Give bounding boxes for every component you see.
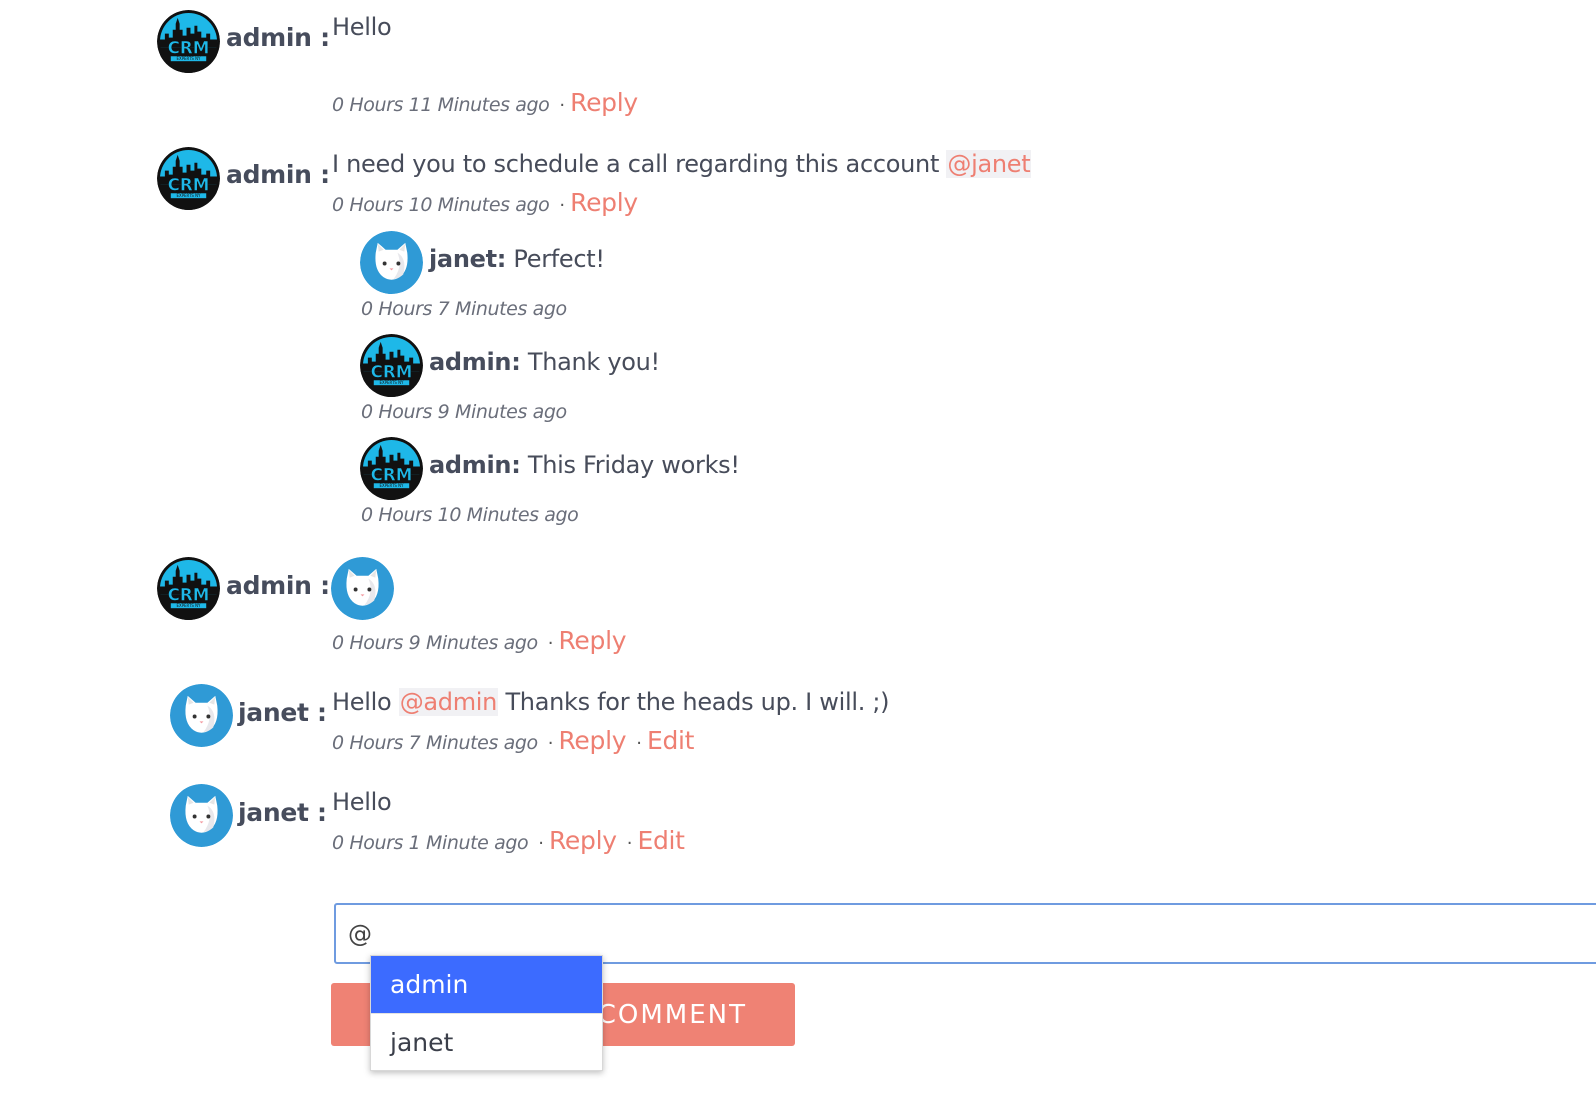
comment-text: Hello xyxy=(332,788,392,816)
crm-logo-avatar xyxy=(157,147,220,210)
comment-meta: 0 Hours 11 Minutes ago · Reply xyxy=(332,88,638,117)
reply-link[interactable]: Reply xyxy=(549,826,617,855)
crm-logo-avatar xyxy=(360,437,423,500)
separator-dot: · xyxy=(559,195,566,216)
crm-logo-avatar xyxy=(157,10,220,73)
comment-author: janet : xyxy=(238,698,327,727)
separator-dot: · xyxy=(559,95,566,116)
mention-tag[interactable]: @janet xyxy=(946,150,1032,178)
reply-item: janet: Perfect! xyxy=(429,245,605,273)
comment-meta: 0 Hours 10 Minutes ago · Reply xyxy=(332,188,638,217)
suggestion-janet[interactable]: janet xyxy=(371,1014,602,1071)
separator-dot: · xyxy=(547,633,554,654)
comment-meta: 0 Hours 1 Minute ago · Reply · Edit xyxy=(332,826,685,855)
reply-meta: 0 Hours 9 Minutes ago xyxy=(361,401,567,423)
comment-time: 0 Hours 11 Minutes ago xyxy=(332,94,550,116)
comment-author: admin : xyxy=(226,571,330,600)
reply-time: 0 Hours 9 Minutes ago xyxy=(361,401,567,423)
comments-page: admin : Hello 0 Hours 11 Minutes ago · R… xyxy=(0,0,1596,1104)
reply-item: admin: Thank you! xyxy=(429,348,660,376)
comment-meta: 0 Hours 7 Minutes ago · Reply · Edit xyxy=(332,726,694,755)
comment-time: 0 Hours 1 Minute ago xyxy=(332,832,529,854)
separator-dot: · xyxy=(538,833,544,854)
comment-author: janet : xyxy=(238,798,327,827)
comment-meta: 0 Hours 9 Minutes ago · Reply xyxy=(332,626,627,655)
separator-dot: · xyxy=(636,733,642,754)
comment-time: 0 Hours 9 Minutes ago xyxy=(332,632,538,654)
reply-time: 0 Hours 10 Minutes ago xyxy=(361,504,579,526)
reply-text: This Friday works! xyxy=(527,451,740,479)
comment-author: admin : xyxy=(226,160,330,189)
mention-tag[interactable]: @admin xyxy=(398,688,499,716)
reply-link[interactable]: Reply xyxy=(558,626,626,655)
separator-dot: · xyxy=(626,833,633,854)
reply-link[interactable]: Reply xyxy=(570,88,638,117)
comment-text-content: I need you to schedule a call regarding … xyxy=(332,150,940,178)
comment-text: Hello xyxy=(332,13,392,41)
reply-meta: 0 Hours 10 Minutes ago xyxy=(361,504,579,526)
edit-link[interactable]: Edit xyxy=(637,826,685,855)
reply-item: admin: This Friday works! xyxy=(429,451,740,479)
reply-author: janet: xyxy=(429,245,507,273)
cat-image-attachment[interactable] xyxy=(331,557,394,620)
separator-dot: · xyxy=(547,733,554,754)
reply-author: admin: xyxy=(429,451,521,479)
crm-logo-avatar xyxy=(157,557,220,620)
comment-text: I need you to schedule a call regarding … xyxy=(332,150,1032,178)
comment-text-before: Hello xyxy=(332,688,392,716)
cat-avatar xyxy=(170,684,233,747)
comment-text: Hello @admin Thanks for the heads up. I … xyxy=(332,688,890,716)
reply-text: Perfect! xyxy=(513,245,605,273)
suggestion-admin[interactable]: admin xyxy=(371,956,602,1013)
cat-avatar xyxy=(360,231,423,294)
cat-avatar xyxy=(170,784,233,847)
comment-text-after: Thanks for the heads up. I will. ;) xyxy=(505,688,890,716)
comment-time: 0 Hours 10 Minutes ago xyxy=(332,194,550,216)
reply-link[interactable]: Reply xyxy=(570,188,638,217)
comment-author: admin : xyxy=(226,23,330,52)
reply-link[interactable]: Reply xyxy=(558,726,626,755)
reply-text: Thank you! xyxy=(527,348,660,376)
reply-time: 0 Hours 7 Minutes ago xyxy=(361,298,567,320)
comment-time: 0 Hours 7 Minutes ago xyxy=(332,732,538,754)
reply-author: admin: xyxy=(429,348,521,376)
crm-logo-avatar xyxy=(360,334,423,397)
edit-link[interactable]: Edit xyxy=(647,726,695,755)
reply-meta: 0 Hours 7 Minutes ago xyxy=(361,298,567,320)
mention-suggestions: admin janet xyxy=(370,955,603,1071)
